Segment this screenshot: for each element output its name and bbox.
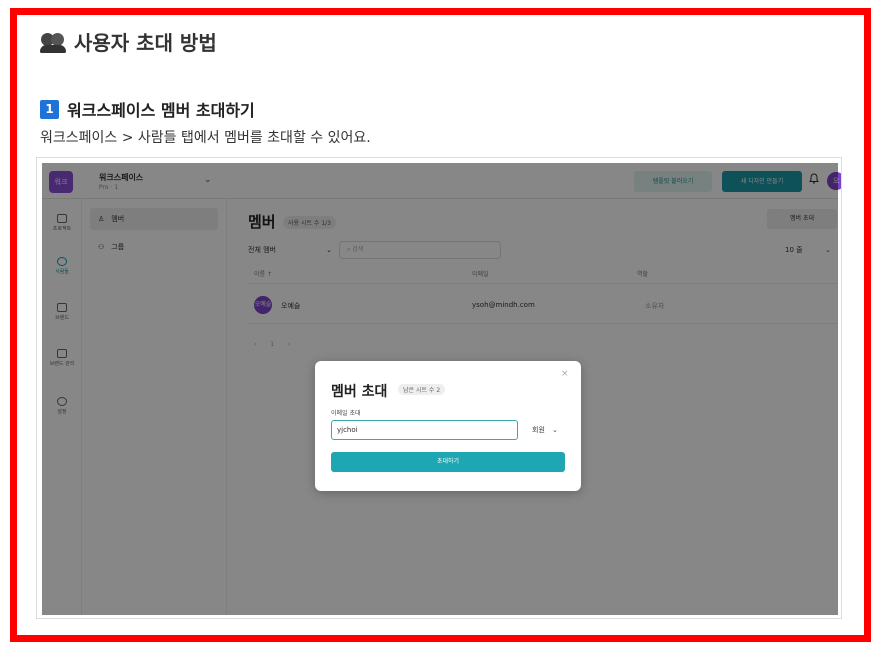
people-icon xyxy=(40,31,66,53)
doc-title: 사용자 초대 방법 xyxy=(40,27,217,56)
invite-submit-button[interactable]: 초대하기 xyxy=(331,452,565,472)
email-field[interactable] xyxy=(331,420,518,440)
section-title: 1 워크스페이스 멤버 초대하기 xyxy=(40,97,255,121)
chevron-down-icon[interactable]: ⌄ xyxy=(552,420,558,440)
role-select[interactable]: 회원 xyxy=(532,420,545,440)
doc-title-text: 사용자 초대 방법 xyxy=(74,31,217,55)
section-description: 워크스페이스 > 사람들 탭에서 멤버를 초대할 수 있어요. xyxy=(40,130,371,146)
section-title-text: 워크스페이스 멤버 초대하기 xyxy=(67,101,255,120)
number-one-icon: 1 xyxy=(40,99,59,119)
screenshot-frame: 워크 워크스페이스 Pro · 1 ⌄ 템플릿 불러오기 새 디자인 만들기 오… xyxy=(36,157,842,619)
document-frame: 사용자 초대 방법 1 워크스페이스 멤버 초대하기 워크스페이스 > 사람들 … xyxy=(10,8,871,642)
remaining-seats-badge: 남은 시트 수 2 xyxy=(398,384,446,395)
email-label: 이메일 초대 xyxy=(331,410,361,417)
invite-modal: 멤버 초대 남은 시트 수 2 × 이메일 초대 회원 ⌄ 초대하기 xyxy=(315,361,581,491)
modal-title: 멤버 초대 xyxy=(331,384,388,400)
app-window: 워크 워크스페이스 Pro · 1 ⌄ 템플릿 불러오기 새 디자인 만들기 오… xyxy=(42,163,841,615)
close-icon[interactable]: × xyxy=(561,369,569,379)
